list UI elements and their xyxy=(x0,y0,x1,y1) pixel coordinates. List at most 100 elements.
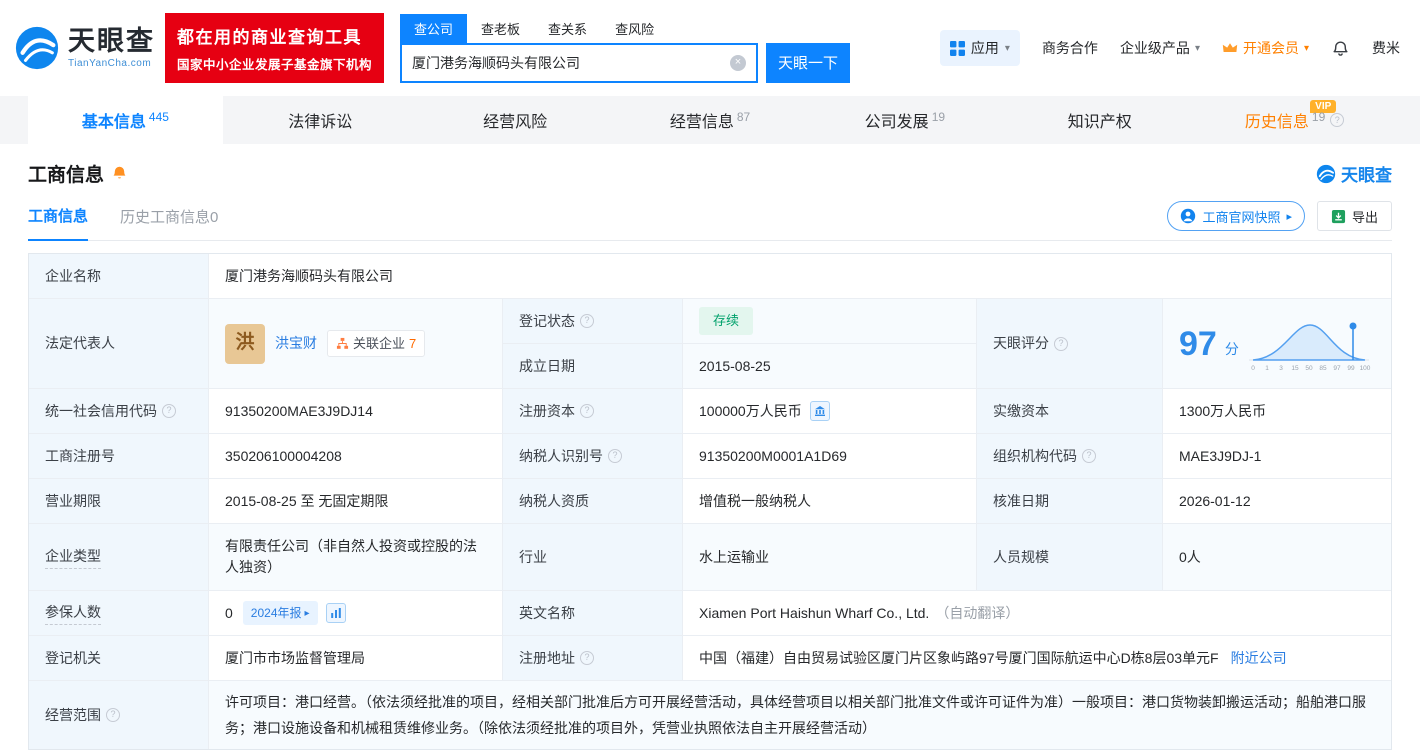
help-icon[interactable]: ? xyxy=(106,708,120,722)
tab-label: 法律诉讼 xyxy=(288,114,353,131)
company-name-label: 企业名称 xyxy=(29,254,209,299)
subscribe-bell-icon[interactable] xyxy=(111,165,128,182)
tab-basic-info[interactable]: 基本信息 445 xyxy=(28,96,223,144)
english-name-value: Xiamen Port Haishun Wharf Co., Ltd. （自动翻… xyxy=(683,591,1391,636)
help-icon[interactable]: ? xyxy=(608,449,622,463)
menu-enterprise[interactable]: 企业级产品 ▾ xyxy=(1120,38,1200,58)
annual-report-badge[interactable]: 2024年报 ▸ xyxy=(242,601,318,625)
insured-chart-icon[interactable] xyxy=(325,603,346,623)
reg-authority-value: 厦门市市场监督管理局 xyxy=(209,636,503,681)
user-menu[interactable]: 费米 xyxy=(1372,38,1400,58)
top-menu: 应用 ▾ 商务合作 企业级产品 ▾ 开通会员 ▾ 费米 xyxy=(939,30,1400,66)
reg-status-label: 登记状态? xyxy=(503,299,683,344)
table-row: 法定代表人 洪 洪宝财 关联企业 7 登记状态? 存续 成立日期 2015-08… xyxy=(29,299,1391,389)
approval-date-label: 核准日期 xyxy=(977,479,1163,524)
logo-text: 天眼查 TianYanCha.com xyxy=(68,27,155,69)
official-snapshot-button[interactable]: 工商官网快照 ▸ xyxy=(1167,201,1305,231)
help-icon[interactable]: ? xyxy=(1082,449,1096,463)
tab-risk[interactable]: 经营风险 xyxy=(418,96,613,144)
table-row: 登记机关 厦门市市场监督管理局 注册地址? 中国（福建）自由贸易试验区厦门片区象… xyxy=(29,636,1391,681)
menu-vip[interactable]: 开通会员 ▾ xyxy=(1222,38,1309,58)
enterprise-label: 企业级产品 xyxy=(1119,40,1190,56)
section-header: 工商信息 天眼查 xyxy=(28,160,1392,187)
english-name-label: 英文名称 xyxy=(503,591,683,636)
help-icon[interactable]: ? xyxy=(1330,113,1345,127)
subtab-business-info[interactable]: 工商信息 xyxy=(28,205,89,241)
help-icon[interactable]: ? xyxy=(580,314,594,328)
tab-operation[interactable]: 经营信息 87 xyxy=(613,96,808,144)
establish-date-label: 成立日期 xyxy=(503,344,683,389)
company-type-value: 有限责任公司（非自然人投资或控股的法人独资） xyxy=(209,524,503,591)
paid-capital-value: 1300万人民币 xyxy=(1163,389,1391,434)
search-button[interactable]: 天眼一下 xyxy=(766,42,851,83)
score-curve-chart[interactable]: 0 1 3 15 50 85 97 99 100 xyxy=(1247,316,1371,372)
tab-count: 87 xyxy=(736,110,751,124)
related-companies-chip[interactable]: 关联企业 7 xyxy=(327,329,426,358)
legal-rep-link[interactable]: 洪宝财 xyxy=(275,333,317,354)
subtab-history-info[interactable]: 历史工商信息0 xyxy=(120,206,218,240)
taxpayer-quality-label: 纳税人资质 xyxy=(503,479,683,524)
svg-text:3: 3 xyxy=(1279,365,1283,372)
tab-count: 19 xyxy=(931,110,946,124)
tianyancha-logo[interactable]: 天眼查 TianYanCha.com xyxy=(14,25,155,71)
search-input[interactable] xyxy=(412,54,731,71)
establish-date-value: 2015-08-25 xyxy=(683,344,977,389)
tab-label: 经营信息 xyxy=(669,114,734,131)
reg-number-value: 350206100004208 xyxy=(209,434,503,479)
help-icon[interactable]: ? xyxy=(580,651,594,665)
capital-detail-icon[interactable] xyxy=(809,401,830,421)
search-tab-boss[interactable]: 查老板 xyxy=(467,14,534,43)
avatar[interactable]: 洪 xyxy=(225,323,265,364)
tab-label: 经营风险 xyxy=(483,114,548,131)
person-icon xyxy=(1181,208,1196,224)
search-tab-relation[interactable]: 查关系 xyxy=(534,14,601,43)
nearby-companies-link[interactable]: 附近公司 xyxy=(1231,648,1287,669)
search-area: 查公司 查老板 查关系 查风险 × 天眼一下 xyxy=(400,13,851,83)
tab-count: 19 xyxy=(1311,110,1326,124)
help-icon[interactable]: ? xyxy=(162,404,176,418)
table-row: 企业名称 厦门港务海顺码头有限公司 xyxy=(29,254,1391,299)
promo-line1: 都在用的商业查询工具 xyxy=(177,28,362,47)
company-type-label: 企业类型 xyxy=(29,524,209,591)
help-icon[interactable]: ? xyxy=(580,404,594,418)
reg-capital-label: 注册资本? xyxy=(503,389,683,434)
logo-domain: TianYanCha.com xyxy=(68,57,152,69)
score-number: 97 xyxy=(1179,324,1217,363)
top-header: 天眼查 TianYanCha.com 都在用的商业查询工具 国家中小企业发展子基… xyxy=(0,0,1420,96)
bar-chart-icon xyxy=(330,608,341,618)
table-row: 参保人数 0 2024年报 ▸ 英文名称 Xiamen Port Haishun… xyxy=(29,591,1391,636)
svg-text:97: 97 xyxy=(1333,365,1341,372)
svg-text:99: 99 xyxy=(1347,365,1355,372)
apps-menu[interactable]: 应用 ▾ xyxy=(939,30,1020,66)
main-nav: 基本信息 445 法律诉讼 经营风险 经营信息 87 公司发展 19 知识产权 … xyxy=(0,96,1420,144)
insured-count-value: 0 2024年报 ▸ xyxy=(209,591,503,636)
approval-date-value: 2026-01-12 xyxy=(1163,479,1391,524)
logo-icon xyxy=(1316,164,1336,183)
org-code-label: 组织机构代码? xyxy=(977,434,1163,479)
table-row: 营业期限 2015-08-25 至 无固定期限 纳税人资质 增值税一般纳税人 核… xyxy=(29,479,1391,524)
export-button[interactable]: 导出 xyxy=(1316,201,1392,231)
industry-value: 水上运输业 xyxy=(683,524,977,591)
tab-development[interactable]: 公司发展 19 xyxy=(807,96,1002,144)
tab-label: 历史信息 xyxy=(1244,114,1309,131)
related-label: 关联企业 xyxy=(353,335,406,351)
tab-legal[interactable]: 法律诉讼 xyxy=(223,96,418,144)
search-tab-company[interactable]: 查公司 xyxy=(400,13,468,43)
chevron-down-icon: ▾ xyxy=(1303,42,1309,54)
related-count: 7 xyxy=(409,335,417,351)
bank-icon xyxy=(814,406,825,416)
svg-text:100: 100 xyxy=(1359,365,1370,372)
reg-capital-value: 100000万人民币 xyxy=(683,389,977,434)
tab-history[interactable]: VIP 历史信息 19 ? xyxy=(1197,96,1392,144)
notifications-button[interactable] xyxy=(1331,39,1350,58)
help-icon[interactable]: ? xyxy=(1054,336,1068,351)
reg-status-value: 存续 xyxy=(683,299,977,344)
search-box[interactable]: × xyxy=(400,42,759,83)
promo-banner: 都在用的商业查询工具 国家中小企业发展子基金旗下机构 xyxy=(165,13,385,83)
clear-icon[interactable]: × xyxy=(730,54,747,71)
tab-ip[interactable]: 知识产权 xyxy=(1002,96,1197,144)
menu-cooperation[interactable]: 商务合作 xyxy=(1042,38,1098,58)
search-tab-risk[interactable]: 查风险 xyxy=(601,14,668,43)
credit-code-label: 统一社会信用代码? xyxy=(29,389,209,434)
bell-icon xyxy=(1333,41,1348,56)
